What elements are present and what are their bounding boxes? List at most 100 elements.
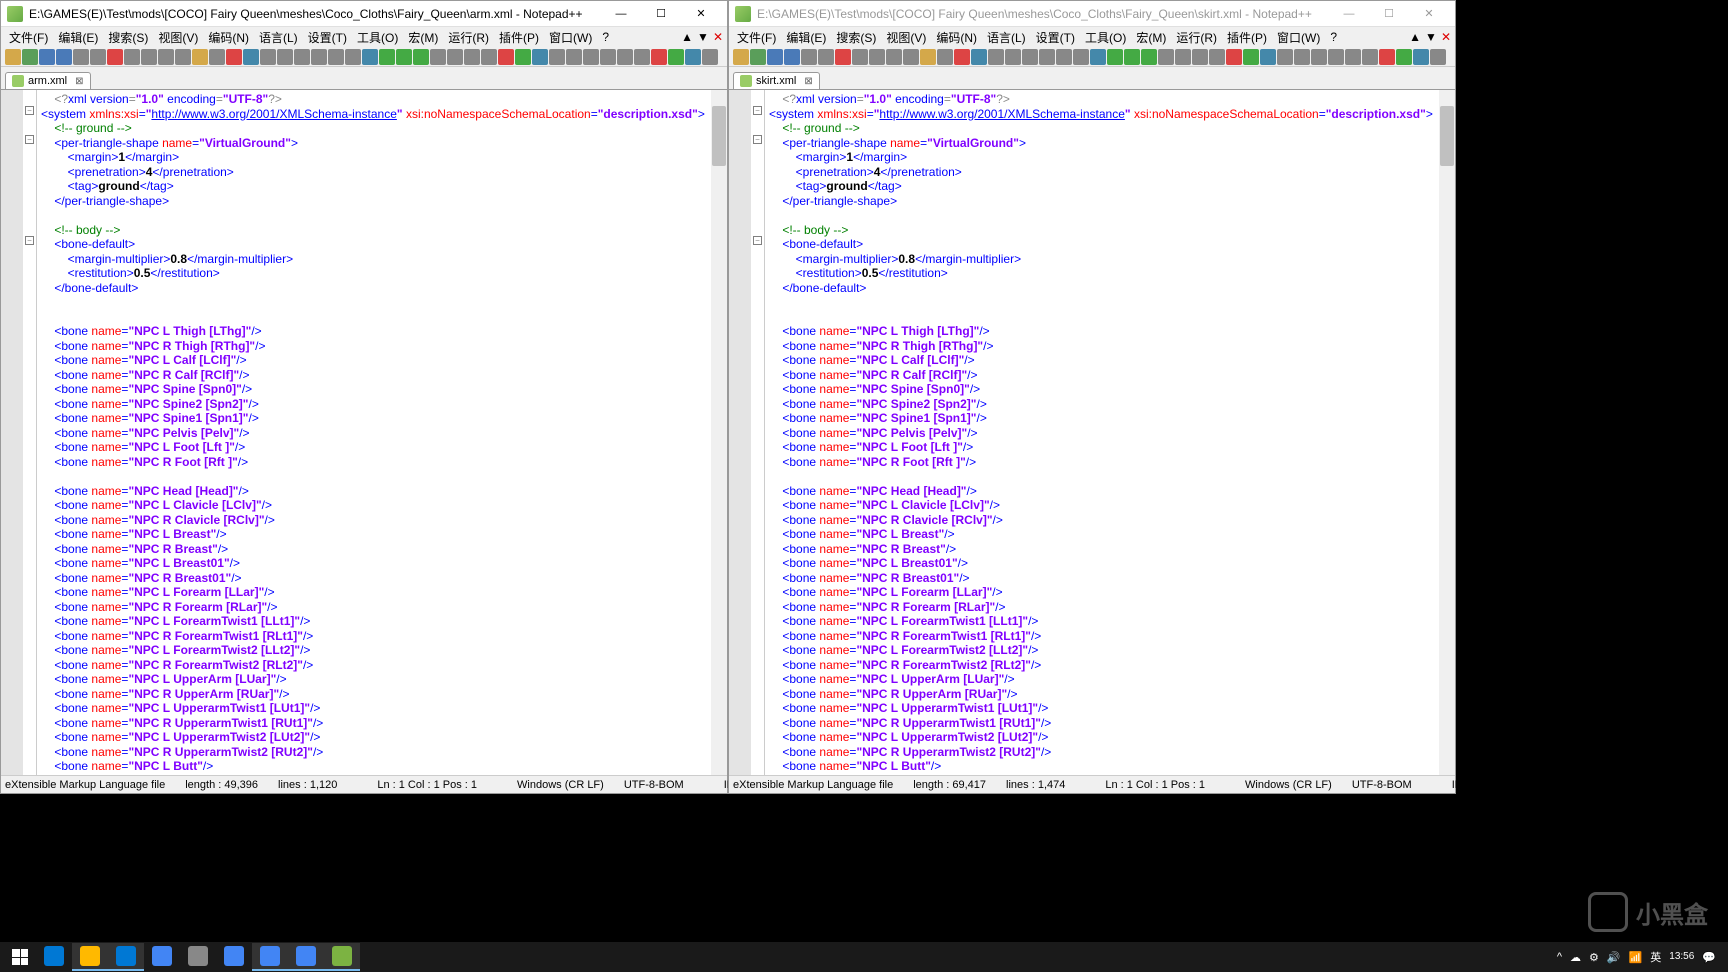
toolbar-button-19[interactable]	[1056, 49, 1072, 65]
toolbar-button-29[interactable]	[498, 49, 514, 65]
toolbar-button-14[interactable]	[971, 49, 987, 65]
toolbar-button-29[interactable]	[1226, 49, 1242, 65]
menu-窗口(W)[interactable]: 窗口(W)	[1273, 27, 1324, 48]
toolbar-button-4[interactable]	[801, 49, 817, 65]
tab-close-icon[interactable]: ⊠	[804, 76, 812, 87]
toolbar-button-39[interactable]	[1396, 49, 1412, 65]
notification-icon[interactable]: 💬	[1702, 951, 1716, 964]
tray-network-icon[interactable]: 📶	[1629, 951, 1643, 964]
menu-窗口(W)[interactable]: 窗口(W)	[545, 27, 596, 48]
code-area[interactable]: <?xml version="1.0" encoding="UTF-8"?><s…	[37, 90, 727, 775]
toolbar-button-3[interactable]	[56, 49, 72, 65]
menu-extra[interactable]: ▼	[1425, 30, 1437, 44]
clock[interactable]: 13:56	[1669, 951, 1694, 963]
toolbar-button-21[interactable]	[1090, 49, 1106, 65]
toolbar-button-34[interactable]	[1311, 49, 1327, 65]
toolbar-button-9[interactable]	[158, 49, 174, 65]
menu-编码(N)[interactable]: 编码(N)	[204, 27, 253, 48]
toolbar-button-21[interactable]	[362, 49, 378, 65]
editor-right[interactable]: − − − <?xml version="1.0" encoding="UTF-…	[729, 89, 1455, 775]
taskbar-app-5[interactable]	[216, 943, 252, 971]
toolbar-button-31[interactable]	[532, 49, 548, 65]
maximize-button[interactable]: ☐	[1369, 2, 1409, 26]
menu-设置(T)[interactable]: 设置(T)	[304, 27, 351, 48]
minimize-button[interactable]: —	[1329, 2, 1369, 26]
toolbar-button-18[interactable]	[1039, 49, 1055, 65]
menu-宏(M)[interactable]: 宏(M)	[1132, 27, 1170, 48]
toolbar-button-6[interactable]	[107, 49, 123, 65]
toolbar-button-4[interactable]	[73, 49, 89, 65]
taskbar-app-0[interactable]	[36, 943, 72, 971]
taskbar-app-6[interactable]	[252, 943, 288, 971]
toolbar-button-19[interactable]	[328, 49, 344, 65]
toolbar-button-15[interactable]	[260, 49, 276, 65]
toolbar-button-16[interactable]	[1005, 49, 1021, 65]
tab-close-icon[interactable]: ⊠	[75, 76, 83, 87]
menu-宏(M)[interactable]: 宏(M)	[404, 27, 442, 48]
menu-设置(T)[interactable]: 设置(T)	[1032, 27, 1079, 48]
toolbar-button-5[interactable]	[818, 49, 834, 65]
toolbar-button-17[interactable]	[294, 49, 310, 65]
toolbar-button-11[interactable]	[920, 49, 936, 65]
scroll-thumb[interactable]	[712, 106, 726, 166]
close-button[interactable]: ✕	[1409, 2, 1449, 26]
titlebar-right[interactable]: E:\GAMES(E)\Test\mods\[COCO] Fairy Queen…	[729, 1, 1455, 27]
menu-运行(R)[interactable]: 运行(R)	[1172, 27, 1221, 48]
toolbar-button-24[interactable]	[413, 49, 429, 65]
toolbar-button-40[interactable]	[685, 49, 701, 65]
maximize-button[interactable]: ☐	[641, 2, 681, 26]
fold-toggle[interactable]: −	[753, 236, 762, 245]
toolbar-button-22[interactable]	[1107, 49, 1123, 65]
editor-left[interactable]: − − − <?xml version="1.0" encoding="UTF-…	[1, 89, 727, 775]
fold-toggle[interactable]: −	[753, 135, 762, 144]
toolbar-button-35[interactable]	[1328, 49, 1344, 65]
toolbar-button-38[interactable]	[1379, 49, 1395, 65]
toolbar-button-28[interactable]	[1209, 49, 1225, 65]
toolbar-button-7[interactable]	[852, 49, 868, 65]
toolbar-button-26[interactable]	[1175, 49, 1191, 65]
toolbar-button-39[interactable]	[668, 49, 684, 65]
menu-extra[interactable]: ▲	[1409, 30, 1421, 44]
menu-插件(P)[interactable]: 插件(P)	[495, 27, 543, 48]
close-button[interactable]: ✕	[681, 2, 721, 26]
start-button[interactable]	[4, 943, 36, 971]
toolbar-button-41[interactable]	[1430, 49, 1446, 65]
fold-toggle[interactable]: −	[25, 135, 34, 144]
toolbar-button-25[interactable]	[1158, 49, 1174, 65]
menu-工具(O)[interactable]: 工具(O)	[1081, 27, 1130, 48]
toolbar-button-3[interactable]	[784, 49, 800, 65]
menu-工具(O)[interactable]: 工具(O)	[353, 27, 402, 48]
tray-icon[interactable]: ☁	[1570, 951, 1581, 964]
toolbar-button-2[interactable]	[767, 49, 783, 65]
toolbar-button-26[interactable]	[447, 49, 463, 65]
toolbar-button-0[interactable]	[5, 49, 21, 65]
toolbar-button-31[interactable]	[1260, 49, 1276, 65]
toolbar-button-13[interactable]	[954, 49, 970, 65]
toolbar-button-20[interactable]	[345, 49, 361, 65]
menu-extra[interactable]: ▲	[681, 30, 693, 44]
menu-编码(N)[interactable]: 编码(N)	[932, 27, 981, 48]
toolbar-button-38[interactable]	[651, 49, 667, 65]
toolbar-button-1[interactable]	[750, 49, 766, 65]
toolbar-button-5[interactable]	[90, 49, 106, 65]
file-tab[interactable]: skirt.xml ⊠	[733, 72, 820, 89]
fold-toggle[interactable]: −	[25, 236, 34, 245]
menu-extra[interactable]: ▼	[697, 30, 709, 44]
toolbar-button-11[interactable]	[192, 49, 208, 65]
toolbar-button-27[interactable]	[464, 49, 480, 65]
toolbar-button-2[interactable]	[39, 49, 55, 65]
tray-overflow-icon[interactable]: ^	[1557, 951, 1562, 963]
toolbar-button-8[interactable]	[869, 49, 885, 65]
toolbar-button-7[interactable]	[124, 49, 140, 65]
toolbar-button-23[interactable]	[1124, 49, 1140, 65]
menu-语言(L)[interactable]: 语言(L)	[983, 27, 1030, 48]
menu-?[interactable]: ?	[598, 28, 613, 46]
toolbar-button-18[interactable]	[311, 49, 327, 65]
toolbar-button-28[interactable]	[481, 49, 497, 65]
toolbar-button-33[interactable]	[1294, 49, 1310, 65]
toolbar-button-36[interactable]	[1345, 49, 1361, 65]
titlebar-left[interactable]: E:\GAMES(E)\Test\mods\[COCO] Fairy Queen…	[1, 1, 727, 27]
toolbar-button-8[interactable]	[141, 49, 157, 65]
vertical-scrollbar[interactable]	[1439, 90, 1455, 775]
toolbar-button-22[interactable]	[379, 49, 395, 65]
